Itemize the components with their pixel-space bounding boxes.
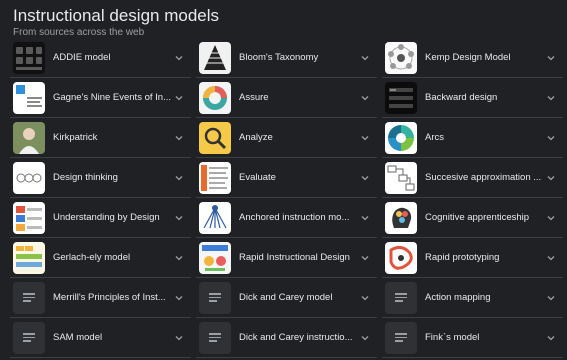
model-item-gagne[interactable]: Gagne's Nine Events of In... <box>10 78 191 118</box>
chevron-down-icon[interactable] <box>173 52 185 64</box>
model-label: Rapid Instructional Design <box>239 252 350 263</box>
assure-thumbnail <box>199 81 231 114</box>
chevron-down-icon[interactable] <box>359 92 371 104</box>
gerlach-ely-thumbnail <box>13 241 45 274</box>
document-lines-icon <box>199 321 231 354</box>
model-label: Kemp Design Model <box>425 52 511 63</box>
model-label: Dick and Carey model <box>239 292 333 303</box>
model-label: Anchored instruction mo... <box>239 212 350 223</box>
model-item-backward-design[interactable]: Backward design <box>382 78 563 118</box>
chevron-down-icon[interactable] <box>545 92 557 104</box>
model-item-anchored-instruction[interactable]: Anchored instruction mo... <box>196 198 377 238</box>
model-item-analyze[interactable]: Analyze <box>196 118 377 158</box>
understanding-by-design-thumbnail <box>13 201 45 234</box>
chevron-down-icon[interactable] <box>545 172 557 184</box>
model-item-rapid-instructional-design[interactable]: Rapid Instructional Design <box>196 238 377 278</box>
document-lines-icon <box>385 281 417 314</box>
model-label: Design thinking <box>53 172 118 183</box>
model-label: Dick and Carey instructio... <box>239 332 353 343</box>
chevron-down-icon[interactable] <box>173 252 185 264</box>
chevron-down-icon[interactable] <box>173 292 185 304</box>
model-label: Kirkpatrick <box>53 132 98 143</box>
model-label: Succesive approximation ... <box>425 172 542 183</box>
chevron-down-icon[interactable] <box>359 212 371 224</box>
model-item-addie[interactable]: ADDIE model <box>10 38 191 78</box>
chevron-down-icon[interactable] <box>545 292 557 304</box>
anchored-instruction-thumbnail <box>199 201 231 234</box>
analyze-thumbnail <box>199 121 231 154</box>
chevron-down-icon[interactable] <box>359 332 371 344</box>
chevron-down-icon[interactable] <box>359 292 371 304</box>
chevron-down-icon[interactable] <box>173 172 185 184</box>
section-title: Instructional design models <box>13 6 220 25</box>
model-label: Gerlach-ely model <box>53 252 131 263</box>
chevron-down-icon[interactable] <box>359 252 371 264</box>
model-item-assure[interactable]: Assure <box>196 78 377 118</box>
model-item-finks-model[interactable]: Fink`s model <box>382 318 563 358</box>
model-label: Gagne's Nine Events of In... <box>53 92 171 103</box>
model-label: Bloom's Taxonomy <box>239 52 319 63</box>
model-label: Understanding by Design <box>53 212 160 223</box>
chevron-down-icon[interactable] <box>359 52 371 64</box>
models-grid: ADDIE model Bloom's Taxonomy Kemp Design… <box>10 38 563 358</box>
model-item-dick-and-carey-instructional[interactable]: Dick and Carey instructio... <box>196 318 377 358</box>
evaluate-thumbnail <box>199 161 231 194</box>
backward-design-thumbnail <box>385 81 417 114</box>
chevron-down-icon[interactable] <box>173 132 185 144</box>
model-label: Backward design <box>425 92 498 103</box>
model-item-kemp[interactable]: Kemp Design Model <box>382 38 563 78</box>
chevron-down-icon[interactable] <box>173 332 185 344</box>
chevron-down-icon[interactable] <box>173 212 185 224</box>
document-lines-icon <box>13 281 45 314</box>
rapid-instructional-design-thumbnail <box>199 241 231 274</box>
kirkpatrick-thumbnail <box>13 121 45 154</box>
chevron-down-icon[interactable] <box>359 132 371 144</box>
model-item-understanding-by-design[interactable]: Understanding by Design <box>10 198 191 238</box>
successive-approximation-thumbnail <box>385 161 417 194</box>
model-item-successive-approximation[interactable]: Succesive approximation ... <box>382 158 563 198</box>
model-item-kirkpatrick[interactable]: Kirkpatrick <box>10 118 191 158</box>
rapid-prototyping-thumbnail <box>385 241 417 274</box>
gagne-thumbnail <box>13 81 45 114</box>
model-label: ADDIE model <box>53 52 111 63</box>
chevron-down-icon[interactable] <box>173 92 185 104</box>
model-label: Assure <box>239 92 269 103</box>
model-item-gerlach-ely[interactable]: Gerlach-ely model <box>10 238 191 278</box>
model-item-arcs[interactable]: Arcs <box>382 118 563 158</box>
addie-thumbnail <box>13 41 45 74</box>
model-item-sam[interactable]: SAM model <box>10 318 191 358</box>
model-item-blooms-taxonomy[interactable]: Bloom's Taxonomy <box>196 38 377 78</box>
chevron-down-icon[interactable] <box>545 252 557 264</box>
model-label: Fink`s model <box>425 332 480 343</box>
chevron-down-icon[interactable] <box>545 132 557 144</box>
model-label: Arcs <box>425 132 444 143</box>
document-lines-icon <box>385 321 417 354</box>
model-item-cognitive-apprenticeship[interactable]: Cognitive apprenticeship <box>382 198 563 238</box>
section-header: Instructional design models From sources… <box>13 5 219 39</box>
document-lines-icon <box>13 321 45 354</box>
model-label: Analyze <box>239 132 273 143</box>
model-label: Rapid prototyping <box>425 252 500 263</box>
chevron-down-icon[interactable] <box>359 172 371 184</box>
model-label: Action mapping <box>425 292 491 303</box>
chevron-down-icon[interactable] <box>545 52 557 64</box>
arcs-thumbnail <box>385 121 417 154</box>
model-label: Cognitive apprenticeship <box>425 212 530 223</box>
model-item-merrills-principles[interactable]: Merrill's Principles of Inst... <box>10 278 191 318</box>
kemp-thumbnail <box>385 41 417 74</box>
design-thinking-thumbnail <box>13 161 45 194</box>
model-item-rapid-prototyping[interactable]: Rapid prototyping <box>382 238 563 278</box>
model-label: SAM model <box>53 332 103 343</box>
model-label: Evaluate <box>239 172 276 183</box>
model-label: Merrill's Principles of Inst... <box>53 292 166 303</box>
model-item-action-mapping[interactable]: Action mapping <box>382 278 563 318</box>
model-item-dick-and-carey[interactable]: Dick and Carey model <box>196 278 377 318</box>
document-lines-icon <box>199 281 231 314</box>
chevron-down-icon[interactable] <box>545 332 557 344</box>
cognitive-apprenticeship-thumbnail <box>385 201 417 234</box>
blooms-thumbnail <box>199 41 231 74</box>
model-item-design-thinking[interactable]: Design thinking <box>10 158 191 198</box>
model-item-evaluate[interactable]: Evaluate <box>196 158 377 198</box>
chevron-down-icon[interactable] <box>545 212 557 224</box>
